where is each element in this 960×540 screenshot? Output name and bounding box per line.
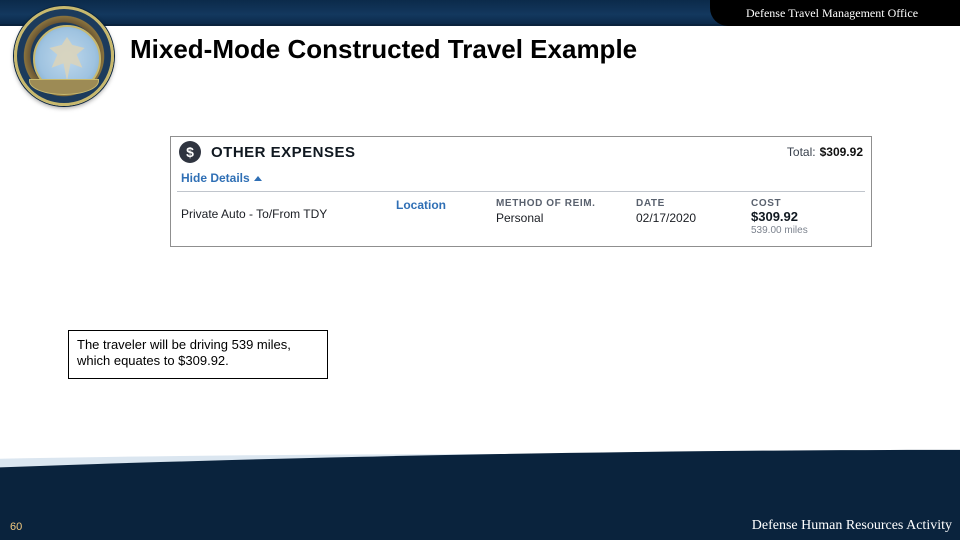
seal-banner <box>29 79 99 95</box>
slide-title: Mixed-Mode Constructed Travel Example <box>130 34 637 65</box>
expenses-header-row: $ OTHER EXPENSES Total: $309.92 <box>171 137 871 165</box>
expenses-section-title: OTHER EXPENSES <box>211 144 356 161</box>
seal-ring <box>14 6 114 106</box>
expenses-total-value: $309.92 <box>820 145 863 159</box>
chevron-up-icon <box>254 176 262 181</box>
cost-value: $309.92 <box>751 209 861 224</box>
date-value: 02/17/2020 <box>636 211 751 225</box>
date-header: DATE <box>636 198 751 209</box>
dollar-glyph: $ <box>186 144 194 160</box>
method-header: METHOD OF REIM. <box>496 198 636 209</box>
callout-box: The traveler will be driving 539 miles, … <box>68 330 328 379</box>
other-expenses-panel: $ OTHER EXPENSES Total: $309.92 Hide Det… <box>170 136 872 247</box>
col-cost: COST $309.92 539.00 miles <box>751 198 861 236</box>
location-header[interactable]: Location <box>396 198 496 212</box>
callout-text: The traveler will be driving 539 miles, … <box>77 337 291 368</box>
cost-header: COST <box>751 198 861 209</box>
dollar-icon: $ <box>179 141 201 163</box>
footer-org: Defense Human Resources Activity <box>752 518 952 534</box>
dod-seal <box>14 6 114 106</box>
hide-details-label: Hide Details <box>181 171 250 185</box>
expenses-total-label: Total: <box>787 145 816 159</box>
col-method: METHOD OF REIM. Personal <box>496 198 636 236</box>
hide-details-toggle[interactable]: Hide Details <box>171 165 871 191</box>
col-date: DATE 02/17/2020 <box>636 198 751 236</box>
col-location: Location <box>396 198 496 236</box>
expense-row: Private Auto - To/From TDY Location METH… <box>171 192 871 240</box>
header-org-label: Defense Travel Management Office <box>746 6 918 21</box>
cost-miles: 539.00 miles <box>751 225 861 236</box>
method-value: Personal <box>496 211 636 225</box>
expense-description: Private Auto - To/From TDY <box>181 198 396 221</box>
col-description: Private Auto - To/From TDY <box>181 198 396 236</box>
header-org-tab: Defense Travel Management Office <box>710 0 960 26</box>
page-number: 60 <box>10 521 22 533</box>
